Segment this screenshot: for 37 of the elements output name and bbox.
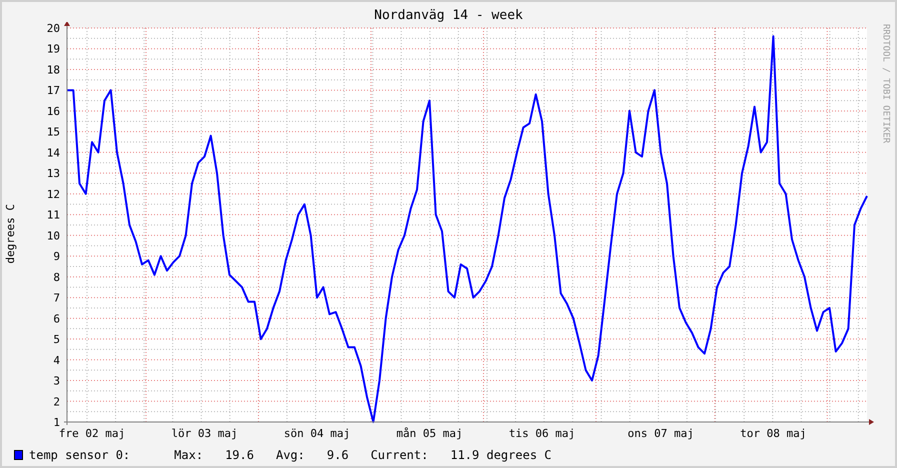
legend-label: temp sensor 0:: [29, 448, 130, 462]
axis-tick-label: 9: [53, 250, 60, 264]
axis-tick-label: 15: [46, 126, 60, 139]
legend-stat-value: 11.9 degrees C: [450, 448, 552, 462]
axis-tick-label: ons 07 maj: [628, 427, 694, 440]
axis-tick-label: 14: [46, 146, 60, 160]
axis-tick-label: 20: [46, 22, 60, 35]
axis-tick-label: 19: [46, 42, 60, 56]
axis-tick-label: 8: [53, 270, 60, 284]
chart-title: Nordanväg 14 - week: [374, 9, 523, 22]
axis-tick-label: 16: [46, 104, 60, 118]
credit-text: RRDTOOL / TOBI OETIKER: [880, 24, 890, 144]
legend-stat-label: Avg:: [276, 448, 305, 462]
axis-tick-label: 17: [46, 84, 60, 98]
axis-tick-label: 11: [46, 208, 60, 222]
axis-tick-label: tis 06 maj: [508, 427, 576, 440]
legend-stat-value: 9.6: [326, 448, 349, 462]
axis-tick-label: tor 08 maj: [740, 427, 806, 440]
axis-tick-label: 4: [53, 354, 60, 367]
axis-tick-label: 13: [46, 167, 60, 180]
legend-stat-label: Current:: [370, 448, 428, 462]
axis-tick-label: 1: [53, 416, 60, 429]
axis-tick-label: 7: [53, 292, 60, 305]
axis-tick-label: 10: [46, 229, 60, 242]
axis-tick-label: lör 03 maj: [171, 427, 238, 440]
axis-tick-label: fre 02 maj: [58, 427, 126, 440]
axis-tick-label: 6: [53, 312, 60, 326]
y-axis-label: degrees C: [5, 204, 17, 264]
axis-tick-label: 12: [46, 188, 60, 201]
axis-tick-label: mån 05 maj: [396, 427, 463, 440]
axis-tick-label: 18: [46, 63, 60, 76]
legend-stat-label: Max:: [174, 448, 204, 462]
axis-tick-label: sön 04 maj: [284, 427, 350, 440]
axis-tick-label: 5: [53, 333, 60, 346]
legend-stat-value: 19.6: [225, 448, 254, 462]
axis-tick-label: 3: [53, 374, 60, 388]
axis-tick-label: 2: [53, 395, 60, 408]
